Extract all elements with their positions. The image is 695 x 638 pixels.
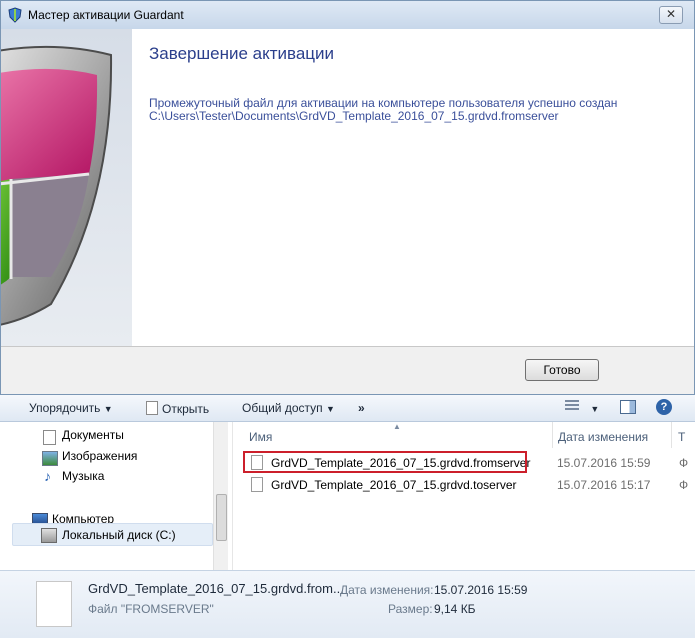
drive-icon	[41, 528, 57, 543]
column-divider	[552, 422, 553, 448]
nav-scrollbar[interactable]	[213, 422, 228, 570]
column-header-date[interactable]: Дата изменения	[558, 430, 648, 444]
details-size-label: Размер:	[388, 602, 433, 616]
wizard-heading: Завершение активации	[149, 44, 335, 63]
view-details-icon	[565, 400, 579, 412]
help-button[interactable]: ?	[656, 399, 672, 415]
details-file-type: Файл "FROMSERVER"	[88, 602, 214, 616]
wizard-content: Завершение активации Промежуточный файл …	[1, 29, 694, 346]
details-modified-value: 15.07.2016 15:59	[434, 583, 528, 597]
file-list: Имя ▲ Дата изменения Т GrdVD_Template_20…	[232, 422, 695, 570]
chevron-down-icon: ▼	[325, 404, 335, 414]
music-icon: ♪	[44, 468, 51, 484]
title-bar[interactable]: Мастер активации Guardant ✕	[1, 1, 694, 29]
more-commands-button[interactable]: »	[358, 401, 365, 415]
share-button[interactable]: Общий доступ ▼	[242, 401, 335, 415]
created-file-path: C:\Users\Tester\Documents\GrdVD_Template…	[149, 109, 559, 123]
footer-divider	[1, 346, 694, 347]
column-divider	[671, 422, 672, 448]
close-button[interactable]: ✕	[659, 6, 683, 24]
details-file-name: GrdVD_Template_2016_07_15.grdvd.from...	[88, 581, 344, 596]
nav-label-music: Музыка	[62, 469, 105, 483]
activation-wizard-window: Мастер активации Guardant ✕ Завершение а…	[0, 0, 695, 395]
preview-pane-button[interactable]	[620, 400, 636, 417]
open-button[interactable]: Открыть	[146, 401, 209, 416]
file-date: 15.07.2016 15:17	[557, 478, 651, 492]
chevron-down-icon: ▼	[590, 404, 600, 414]
file-type: Ф	[679, 478, 689, 492]
open-label: Открыть	[162, 402, 210, 416]
file-icon	[146, 401, 158, 415]
nav-scrollbar-thumb[interactable]	[216, 494, 227, 541]
navigation-pane: Документы Изображения Музыка ♪ Компьютер…	[0, 422, 230, 570]
nav-label-documents: Документы	[62, 428, 124, 442]
sort-arrow-icon: ▲	[393, 422, 401, 431]
view-options-button[interactable]: ▼	[565, 400, 599, 415]
success-message: Промежуточный файл для активации на комп…	[149, 96, 618, 110]
window-title: Мастер активации Guardant	[28, 8, 184, 22]
file-row[interactable]: GrdVD_Template_2016_07_15.grdvd.toserver…	[243, 475, 688, 494]
preview-pane-icon	[620, 400, 636, 414]
nav-item-music[interactable]: Музыка	[62, 469, 104, 483]
file-icon	[36, 581, 72, 627]
highlight-box	[243, 451, 527, 473]
pictures-icon	[42, 451, 58, 466]
shield-banner	[1, 29, 132, 346]
details-modified-label: Дата изменения:	[340, 583, 434, 597]
organize-button[interactable]: Упорядочить ▼	[29, 401, 113, 415]
share-label: Общий доступ	[242, 401, 323, 415]
guardant-app-icon	[8, 7, 22, 23]
chevron-down-icon: ▼	[103, 404, 113, 414]
help-icon: ?	[656, 399, 672, 415]
documents-icon	[43, 430, 56, 445]
file-name: GrdVD_Template_2016_07_15.grdvd.toserver	[271, 478, 517, 492]
details-size-value: 9,14 КБ	[434, 602, 476, 616]
file-type: Ф	[679, 456, 689, 470]
file-explorer: Упорядочить ▼ Открыть Общий доступ ▼ » ▼…	[0, 395, 695, 638]
organize-label: Упорядочить	[29, 401, 101, 415]
shield-icon	[1, 45, 113, 326]
nav-label-pictures: Изображения	[62, 449, 138, 463]
nav-item-documents[interactable]: Документы	[62, 428, 124, 442]
nav-item-pictures[interactable]: Изображения	[62, 449, 137, 463]
nav-label-local-disk: Локальный диск (C:)	[62, 528, 176, 542]
details-pane: GrdVD_Template_2016_07_15.grdvd.from... …	[0, 570, 695, 638]
explorer-toolbar: Упорядочить ▼ Открыть Общий доступ ▼ » ▼…	[0, 395, 695, 422]
done-button[interactable]: Готово	[525, 359, 599, 381]
nav-item-local-disk[interactable]: Локальный диск (C:)	[12, 523, 213, 546]
column-header-type[interactable]: Т	[678, 430, 685, 444]
file-date: 15.07.2016 15:59	[557, 456, 651, 470]
column-header-name[interactable]: Имя	[249, 430, 272, 444]
file-icon	[251, 477, 263, 492]
